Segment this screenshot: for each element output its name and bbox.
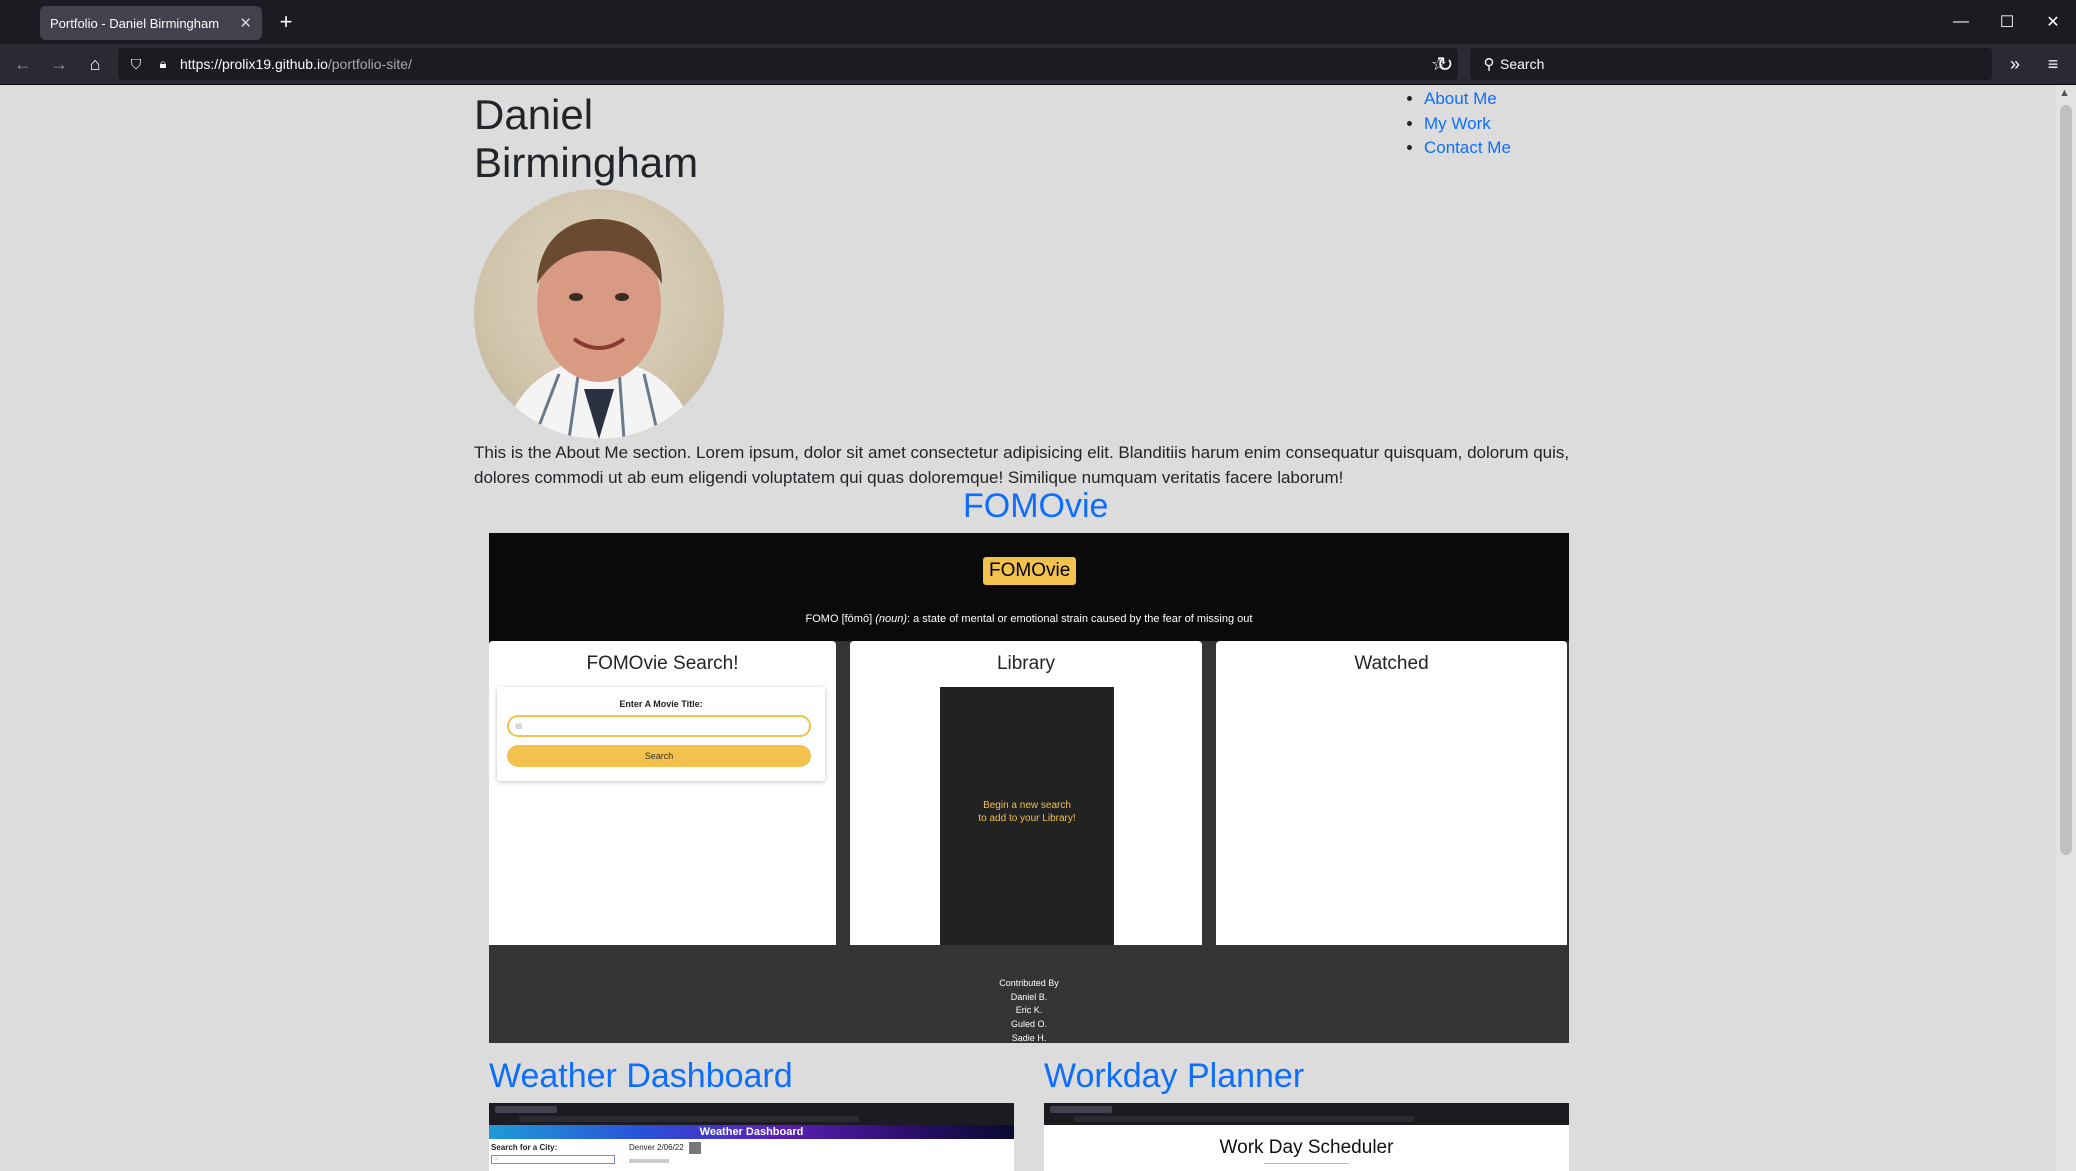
weather-detail-line (629, 1159, 669, 1163)
close-window-icon[interactable]: ✕ (2030, 0, 2076, 44)
project-title-fomovie[interactable]: FOMOvie (963, 487, 1108, 526)
profile-photo-illustration (504, 219, 694, 439)
fomovie-contributors: Contributed By Daniel B. Eric K. Guled O… (489, 977, 1569, 1043)
search-bar[interactable]: ⚲ Search (1470, 48, 1992, 80)
weather-input-placeholder: ▭ (494, 1156, 499, 1162)
fomovie-definition: FOMO [fōmō] (noun): a state of mental or… (489, 613, 1569, 625)
weather-banner: Weather Dashboard (489, 1125, 1014, 1139)
new-tab-icon[interactable]: + (272, 8, 300, 36)
thumb-urlbar (519, 1116, 859, 1122)
site-nav: About Me My Work Contact Me (1412, 87, 1511, 161)
fomovie-header: FOMOvie FOMO [fōmō] (noun): a state of m… (489, 533, 1569, 641)
definition-text: : a state of mental or emotional strain … (907, 613, 1253, 625)
scroll-up-arrow-icon[interactable]: ▲ (2059, 87, 2070, 99)
fomovie-library-panel: Library Begin a new search to add to you… (850, 641, 1202, 945)
thumb-urlbar (1074, 1116, 1414, 1122)
weather-search-label: Search for a City: (491, 1143, 558, 1152)
definition-pos: (noun) (875, 613, 907, 625)
page-viewport: Daniel Birmingham About Me My Work Conta… (0, 85, 2056, 1171)
weather-city-date: Denver 2/06/22 (629, 1143, 684, 1152)
search-placeholder: Search (1500, 56, 1545, 72)
planner-subtitle-line: ──────────────────── (1263, 1161, 1350, 1167)
workday-planner-screenshot[interactable]: Work Day Scheduler ──────────────────── (1044, 1103, 1569, 1171)
left-eye (569, 293, 583, 301)
contributor-name: Daniel B. (1010, 991, 1048, 1002)
definition-word: FOMO [fōmō] (805, 613, 873, 625)
project-title-planner[interactable]: Workday Planner (1044, 1057, 1304, 1096)
nav-item-about: About Me (1424, 87, 1511, 112)
page-title: Daniel Birmingham (474, 91, 699, 186)
weather-condition-icon (689, 1142, 701, 1154)
close-tab-icon[interactable]: ✕ (239, 14, 252, 32)
about-me-text: This is the About Me section. Lorem ipsu… (474, 443, 1570, 487)
project-title-weather[interactable]: Weather Dashboard (489, 1057, 793, 1096)
thumb-browser-chrome (489, 1103, 1014, 1125)
page-scrollbar[interactable]: ▲ (2056, 85, 2076, 1171)
back-icon[interactable]: ← (8, 50, 38, 78)
weather-dashboard-screenshot[interactable]: Weather Dashboard Search for a City: ▭ D… (489, 1103, 1014, 1171)
home-icon[interactable]: ⌂ (80, 50, 110, 78)
thumb-tab (1050, 1106, 1112, 1113)
planner-heading: Work Day Scheduler (1219, 1137, 1394, 1158)
fomovie-logo-badge: FOMOvie (983, 557, 1077, 585)
library-msg-line-2: to add to your Library! (978, 813, 1076, 824)
contributor-name: Sadie H. (1011, 1032, 1047, 1043)
reload-icon[interactable]: ↻ (1430, 50, 1460, 78)
library-msg-line-1: Begin a new search (983, 800, 1071, 811)
nav-item-work: My Work (1424, 112, 1511, 137)
thumb-tab (495, 1106, 557, 1113)
search-icon: ⚲ (1483, 56, 1495, 73)
address-bar[interactable]: ⛉ 🔒︎ https://prolix19.github.io/portfoli… (118, 48, 1458, 80)
thumb-browser-chrome (1044, 1103, 1569, 1125)
navigation-toolbar: ← → ⌂ ⛉ 🔒︎ https://prolix19.github.io/po… (0, 44, 2076, 85)
input-placeholder-icon: ▤ (515, 721, 523, 730)
search-card: Enter A Movie Title: ▤ Search (497, 687, 825, 781)
movie-title-input: ▤ (507, 715, 811, 737)
library-empty-message: Begin a new search to add to your Librar… (940, 799, 1114, 825)
nav-item-contact: Contact Me (1424, 136, 1511, 161)
movie-search-button: Search (507, 745, 811, 767)
tab-title: Portfolio - Daniel Birmingham (50, 15, 220, 31)
weather-city-input: ▭ (491, 1155, 615, 1164)
nav-link-about-me[interactable]: About Me (1424, 89, 1497, 108)
right-eye (615, 293, 629, 301)
url-text[interactable]: https://prolix19.github.io/portfolio-sit… (180, 56, 412, 72)
movie-title-label: Enter A Movie Title: (619, 699, 703, 709)
contributor-name: Eric K. (1015, 1005, 1043, 1016)
browser-tab[interactable]: Portfolio - Daniel Birmingham ✕ (40, 6, 262, 40)
forward-icon[interactable]: → (44, 50, 74, 78)
lock-icon[interactable]: 🔒︎ (154, 54, 172, 74)
tab-strip: Portfolio - Daniel Birmingham ✕ + — ☐ ✕ (0, 0, 2076, 44)
url-host: https://prolix19.github.io (180, 56, 328, 72)
nav-link-my-work[interactable]: My Work (1424, 114, 1491, 133)
watched-panel-heading: Watched (1354, 653, 1429, 674)
fomovie-screenshot[interactable]: FOMOvie FOMO [fōmō] (noun): a state of m… (489, 533, 1569, 1043)
fomovie-search-panel: FOMOvie Search! Enter A Movie Title: ▤ S… (489, 641, 836, 945)
search-panel-heading: FOMOvie Search! (586, 653, 739, 674)
library-empty-box: Begin a new search to add to your Librar… (940, 687, 1114, 945)
minimize-icon[interactable]: — (1938, 0, 1984, 44)
maximize-icon[interactable]: ☐ (1984, 0, 2030, 44)
fomovie-watched-panel: Watched (1216, 641, 1567, 945)
overflow-chevron-icon[interactable]: » (2000, 50, 2030, 78)
library-panel-heading: Library (996, 653, 1056, 674)
url-path: /portfolio-site/ (327, 56, 412, 72)
profile-photo (474, 189, 724, 439)
menu-hamburger-icon[interactable]: ≡ (2038, 50, 2068, 78)
contributor-name: Guled O. (1010, 1019, 1048, 1030)
shield-icon[interactable]: ⛉ (126, 54, 146, 74)
scrollbar-thumb[interactable] (2060, 105, 2072, 855)
contributors-heading: Contributed By (999, 978, 1059, 988)
nav-link-contact-me[interactable]: Contact Me (1424, 138, 1511, 157)
